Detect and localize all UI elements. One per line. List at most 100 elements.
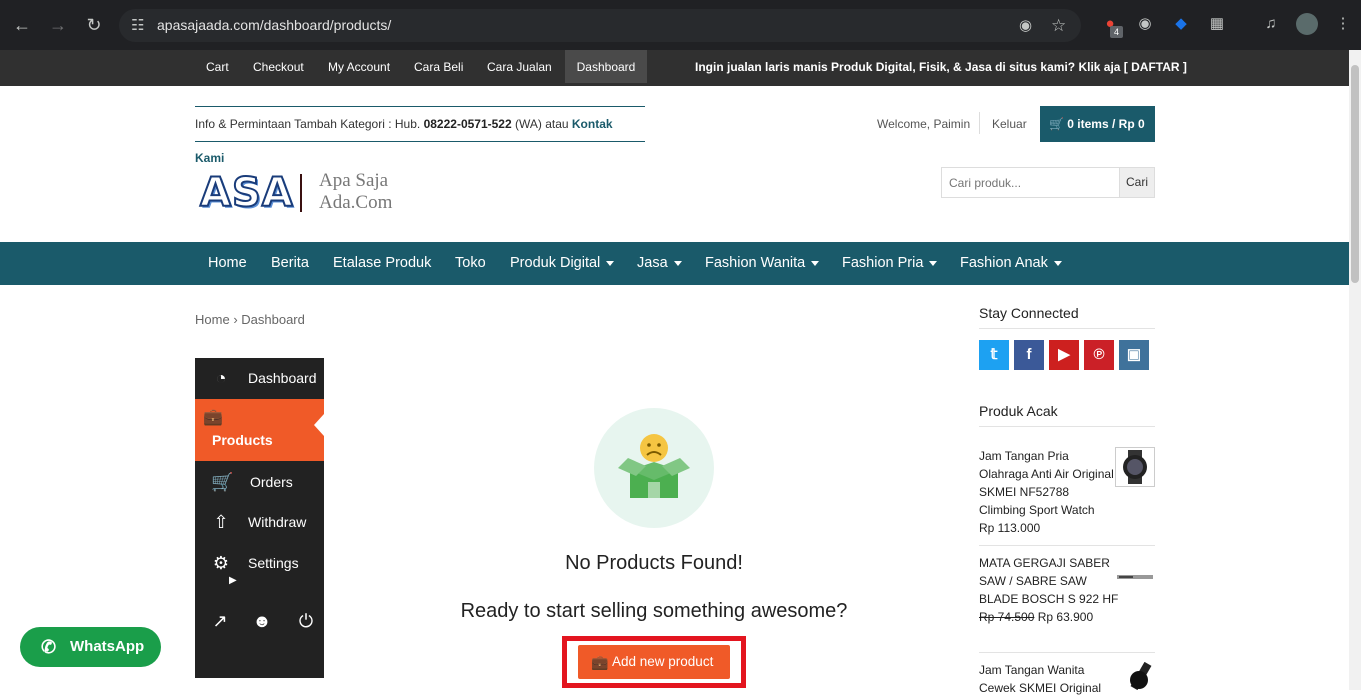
- cart-summary: 0 items / Rp 0: [1067, 117, 1145, 131]
- empty-state-subtitle: Ready to start selling something awesome…: [460, 600, 848, 622]
- url-text[interactable]: apasajaada.com/dashboard/products/: [157, 9, 391, 42]
- puzzle-icon[interactable]: ▦: [1206, 13, 1228, 35]
- add-new-product-button[interactable]: 💼 Add new product: [578, 645, 730, 679]
- stay-connected-heading: Stay Connected: [979, 305, 1079, 321]
- toplink-my-account[interactable]: My Account: [318, 50, 400, 83]
- extension-badge: 4: [1110, 26, 1123, 38]
- nav-fashion-wanita[interactable]: Fashion Wanita: [705, 242, 820, 285]
- empty-state-title: No Products Found!: [565, 552, 743, 574]
- divider: [979, 426, 1155, 427]
- active-indicator: [314, 414, 324, 436]
- search-button[interactable]: Cari: [1119, 168, 1154, 197]
- twitter-icon[interactable]: 𝕥: [979, 340, 1009, 370]
- location-icon[interactable]: ◉: [1019, 9, 1032, 42]
- bookmark-star-icon[interactable]: ☆: [1051, 9, 1066, 42]
- breadcrumb-current: Dashboard: [241, 312, 305, 327]
- youtube-icon[interactable]: ▶: [1049, 340, 1079, 370]
- breadcrumb: Home › Dashboard: [195, 312, 305, 327]
- chevron-down-icon: [811, 260, 820, 266]
- address-bar[interactable]: ☷ apasajaada.com/dashboard/products/ ◉ ☆: [119, 9, 1081, 42]
- dashboard-sidebar: ◔ Dashboard 💼 Products 🛒 Orders ⇧ Withdr…: [195, 358, 324, 678]
- pinterest-icon[interactable]: ℗: [1084, 340, 1114, 370]
- watch-icon: [1123, 450, 1147, 484]
- nav-fashion-anak[interactable]: Fashion Anak: [960, 242, 1062, 285]
- toplink-cara-jualan[interactable]: Cara Jualan: [477, 50, 562, 83]
- upload-icon: ⇧: [213, 512, 229, 532]
- scrollbar[interactable]: [1349, 50, 1361, 690]
- saw-blade-icon: [1117, 575, 1153, 579]
- product-title[interactable]: Jam Tangan Pria Olahraga Anti Air Origin…: [979, 447, 1119, 519]
- logout-link[interactable]: Keluar: [992, 117, 1027, 131]
- forward-icon[interactable]: →: [46, 13, 70, 37]
- chevron-down-icon: [1053, 260, 1062, 266]
- globe-icon[interactable]: ◉: [1134, 13, 1156, 35]
- site-logo[interactable]: ASA Apa Saja Ada.Com: [199, 169, 410, 217]
- toplink-checkout[interactable]: Checkout: [243, 50, 314, 83]
- cart-button[interactable]: 🛒 0 items / Rp 0: [1040, 106, 1155, 142]
- sidebar-item-products[interactable]: 💼 Products: [195, 399, 324, 461]
- divider: [979, 328, 1155, 329]
- sidebar-item-orders[interactable]: 🛒 Orders: [195, 462, 324, 502]
- nav-produk-digital[interactable]: Produk Digital: [510, 242, 615, 285]
- whatsapp-button[interactable]: ✆ WhatsApp: [20, 627, 161, 667]
- search-input[interactable]: [942, 168, 1119, 197]
- promo-text[interactable]: Ingin jualan laris manis Produk Digital,…: [695, 50, 1187, 84]
- menu-kebab-icon[interactable]: ⋮: [1332, 13, 1354, 35]
- nav-home[interactable]: Home: [208, 242, 247, 285]
- sad-box-icon: [618, 434, 690, 498]
- instagram-icon[interactable]: ▣: [1119, 340, 1149, 370]
- watch-icon: [1130, 661, 1152, 691]
- cart-icon: 🛒: [211, 472, 234, 492]
- gear-icon: ⚙: [212, 553, 230, 573]
- browser-toolbar: ← → ↻ ☷ apasajaada.com/dashboard/product…: [0, 0, 1361, 50]
- divider: [979, 545, 1155, 546]
- main-nav: Home Berita Etalase Produk Toko Produk D…: [0, 242, 1349, 285]
- sidebar-item-settings[interactable]: ⚙ Settings: [195, 543, 324, 583]
- divider: [979, 112, 980, 134]
- cart-icon: 🛒: [1049, 117, 1064, 131]
- nav-berita[interactable]: Berita: [271, 242, 309, 285]
- user-icon[interactable]: ☻: [251, 611, 273, 632]
- briefcase-icon: 💼: [203, 409, 223, 426]
- random-products-heading: Produk Acak: [979, 403, 1058, 419]
- logo-tagline-1: Apa Saja: [319, 170, 389, 191]
- toplink-cara-beli[interactable]: Cara Beli: [404, 50, 473, 83]
- breadcrumb-home[interactable]: Home: [195, 312, 230, 327]
- chevron-down-icon: [673, 260, 682, 266]
- product-thumbnail[interactable]: [1115, 447, 1155, 487]
- chevron-down-icon: [929, 260, 938, 266]
- welcome-text: Welcome, Paimin: [877, 117, 971, 131]
- sidebar-item-withdraw[interactable]: ⇧ Withdraw: [195, 502, 324, 542]
- site-info-icon[interactable]: ☷: [131, 9, 144, 42]
- toplink-dashboard[interactable]: Dashboard: [565, 50, 647, 83]
- sidebar-item-dashboard[interactable]: ◔ Dashboard: [195, 358, 324, 398]
- product-thumbnail[interactable]: [1117, 661, 1155, 691]
- facebook-icon[interactable]: f: [1014, 340, 1044, 370]
- product-title[interactable]: Jam Tangan Wanita Cewek SKMEI Original: [979, 661, 1119, 697]
- list-item[interactable]: MATA GERGAJI SABER SAW / SABRE SAW BLADE…: [979, 554, 1151, 626]
- reload-icon[interactable]: ↻: [82, 13, 106, 37]
- whatsapp-icon: ✆: [41, 637, 57, 657]
- media-control-icon[interactable]: ♫: [1260, 13, 1282, 35]
- external-link-icon[interactable]: ↗: [209, 611, 231, 632]
- search-form: Cari: [941, 167, 1155, 198]
- info-mid: (WA) atau: [511, 117, 572, 131]
- nav-fashion-pria[interactable]: Fashion Pria: [842, 242, 938, 285]
- info-phone: 08222-0571-522: [423, 117, 512, 131]
- nav-jasa[interactable]: Jasa: [637, 242, 682, 285]
- logo-text: ASA: [199, 169, 294, 217]
- empty-state-illustration: [594, 408, 714, 528]
- profile-avatar[interactable]: [1296, 13, 1318, 35]
- shield-check-icon[interactable]: ◆: [1170, 13, 1192, 35]
- logo-tagline-2: Ada.Com: [319, 192, 393, 213]
- product-title[interactable]: MATA GERGAJI SABER SAW / SABRE SAW BLADE…: [979, 554, 1119, 608]
- briefcase-icon: 💼: [591, 654, 609, 670]
- toplink-cart[interactable]: Cart: [196, 50, 239, 83]
- nav-etalase-produk[interactable]: Etalase Produk: [333, 242, 431, 285]
- power-icon[interactable]: ⏻: [295, 611, 317, 632]
- back-icon[interactable]: ←: [10, 13, 34, 37]
- logo-divider: [300, 174, 302, 212]
- nav-toko[interactable]: Toko: [455, 242, 486, 285]
- scrollbar-thumb[interactable]: [1351, 65, 1359, 283]
- product-thumbnail[interactable]: [1117, 568, 1153, 579]
